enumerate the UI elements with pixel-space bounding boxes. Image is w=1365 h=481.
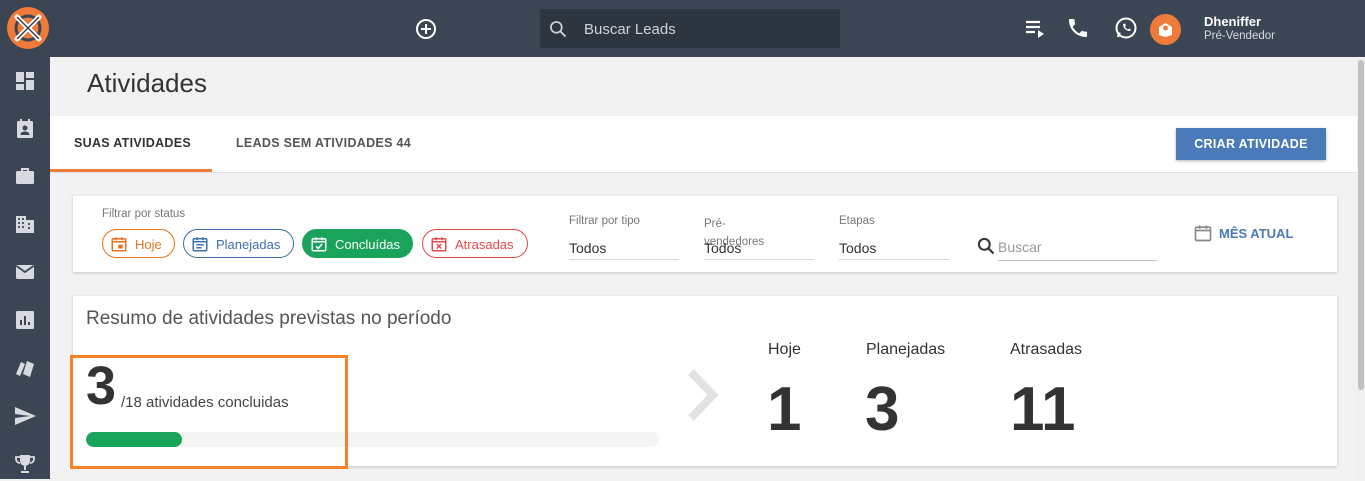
status-filter-label: Filtrar por status	[102, 208, 186, 220]
calendar-list-icon	[191, 235, 209, 256]
trophy-icon[interactable]	[13, 452, 37, 476]
briefcase-icon[interactable]	[13, 164, 37, 188]
status-chip-label: Hoje	[135, 237, 162, 252]
status-chip-label: Atrasadas	[455, 237, 514, 252]
status-chip-planejadas[interactable]: Planejadas	[183, 229, 294, 258]
active-tab-indicator	[50, 169, 212, 172]
current-month-label: MÊS ATUAL	[1219, 226, 1294, 241]
queue-icon[interactable]	[1023, 16, 1047, 40]
contacts-icon[interactable]	[13, 117, 37, 141]
calendar-check-icon	[310, 235, 328, 256]
search-icon	[976, 236, 996, 261]
user-name[interactable]: Dheniffer	[1204, 14, 1261, 29]
user-role: Pré-Vendedor	[1204, 30, 1275, 42]
stages-filter-label: Etapas	[839, 215, 875, 227]
status-chip-label: Concluídas	[335, 237, 401, 252]
chevron-right-icon[interactable]	[685, 368, 721, 427]
tab-leads-sem-atividades[interactable]: LEADS SEM ATIVIDADES 44	[236, 136, 411, 150]
mail-icon[interactable]	[13, 260, 37, 284]
send-icon[interactable]	[13, 404, 37, 428]
highlight-box	[70, 355, 348, 469]
filter-panel: Filtrar por status Hoje Planejadas Concl…	[73, 196, 1337, 272]
tab-suas-atividades[interactable]: SUAS ATIVIDADES	[74, 136, 191, 150]
stat-label-atrasadas: Atrasadas	[1010, 341, 1083, 358]
status-chip-concluidas[interactable]: Concluídas	[302, 229, 413, 258]
sidebar	[0, 57, 50, 479]
type-select[interactable]: Todos	[569, 236, 679, 260]
stat-value-planejadas: 3	[865, 375, 900, 444]
status-chip-hoje[interactable]: Hoje	[102, 229, 175, 258]
scrollbar-thumb[interactable]	[1358, 60, 1364, 390]
reports-icon[interactable]	[13, 308, 37, 332]
tabs-bar: SUAS ATIVIDADES LEADS SEM ATIVIDADES 44 …	[50, 116, 1357, 173]
calendar-x-icon	[430, 235, 448, 256]
app-logo[interactable]	[7, 7, 49, 49]
stat-value-hoje: 1	[767, 375, 802, 444]
status-chip-atrasadas[interactable]: Atrasadas	[422, 229, 528, 258]
company-icon[interactable]	[13, 212, 37, 236]
page-title: Atividades	[87, 68, 207, 98]
calendar-today-icon	[110, 235, 128, 256]
stat-value-atrasadas: 11	[1010, 375, 1076, 444]
status-chip-label: Planejadas	[216, 237, 281, 252]
dashboard-icon[interactable]	[13, 69, 37, 93]
top-bar: Dheniffer Pré-Vendedor	[0, 0, 1365, 57]
cards-icon[interactable]	[13, 356, 37, 380]
stat-label-planejadas: Planejadas	[866, 341, 946, 358]
lead-search[interactable]	[540, 9, 840, 48]
activity-search-input[interactable]	[998, 234, 1157, 261]
stat-label-hoje: Hoje	[768, 341, 801, 358]
calendar-icon	[1193, 223, 1213, 246]
create-activity-button[interactable]: CRIAR ATIVIDADE	[1176, 128, 1326, 160]
add-icon[interactable]	[414, 17, 438, 41]
whatsapp-icon[interactable]	[1114, 16, 1138, 40]
stages-select[interactable]: Todos	[839, 236, 949, 260]
search-icon	[548, 19, 568, 44]
lead-search-input[interactable]	[582, 17, 826, 41]
phone-icon[interactable]	[1066, 16, 1090, 40]
summary-title: Resumo de atividades previstas no períod…	[86, 308, 452, 329]
avatar[interactable]	[1150, 14, 1181, 45]
type-filter-label: Filtrar por tipo	[569, 215, 640, 227]
presellers-select[interactable]: Todos	[704, 236, 814, 260]
